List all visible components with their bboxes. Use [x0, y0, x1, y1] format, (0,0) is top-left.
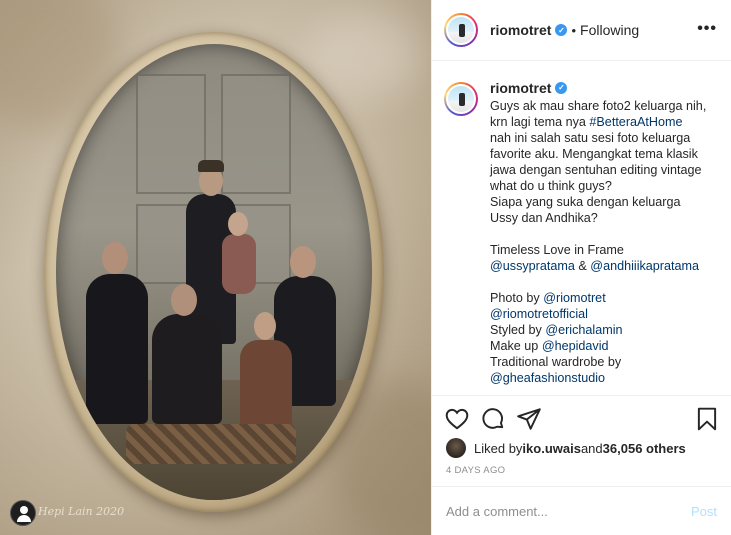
author-avatar[interactable] [444, 13, 478, 47]
caption-line: Make up @hepidavid [490, 339, 609, 353]
header-separator: • [571, 22, 577, 38]
post-timestamp[interactable]: 4 DAYS AGO [446, 465, 505, 476]
verified-badge-icon: ✓ [555, 24, 568, 36]
caption-text: riomotret ✓ Guys ak mau share foto2 kelu… [490, 80, 706, 386]
caption-line: krn lagi tema nya #BetteraAtHome [490, 115, 683, 129]
caption-line: Photo by @riomotret [490, 291, 606, 305]
caption-line: Styled by @erichalamin [490, 323, 623, 337]
mention-link[interactable]: @hepidavid [542, 339, 609, 353]
comment-input[interactable]: Add a comment... [446, 504, 691, 519]
oval-picture-frame [44, 32, 384, 512]
caption-line: Guys ak mau share foto2 keluarga nih, [490, 99, 707, 113]
hashtag-link[interactable]: #BetteraAtHome [589, 115, 682, 129]
caption-username[interactable]: riomotret [490, 80, 551, 96]
post-photo[interactable]: Hepi Lain 2020 [0, 0, 431, 535]
likes-summary: Liked by iko.uwais and 36,056 others [446, 438, 686, 458]
post-header: riomotret ✓ • Following ••• [432, 0, 731, 61]
tagged-user-icon[interactable] [10, 500, 36, 526]
verified-badge-icon: ✓ [555, 82, 568, 94]
mention-link[interactable]: @riomotretofficial [490, 307, 588, 321]
mention-link[interactable]: @ussypratama [490, 259, 575, 273]
caption-line: @gheafashionstudio [490, 370, 706, 386]
author-username[interactable]: riomotret [490, 22, 551, 38]
action-bar [432, 395, 731, 439]
post-side-panel: riomotret ✓ • Following ••• riomotret ✓ … [431, 0, 731, 535]
family-portrait [56, 44, 372, 500]
comment-icon[interactable] [480, 406, 506, 432]
caption-line: Timeless Love in Frame [490, 243, 624, 257]
mention-link[interactable]: @riomotret [543, 291, 605, 305]
caption-line: @riomotretofficial [490, 306, 706, 322]
liker-username[interactable]: iko.uwais [522, 441, 581, 456]
comment-box: Add a comment... Post [432, 486, 731, 535]
mention-link[interactable]: @andhiiikapratama [590, 259, 699, 273]
post-comment-button[interactable]: Post [691, 504, 717, 519]
bookmark-icon[interactable] [694, 406, 720, 432]
likes-count[interactable]: 36,056 others [603, 441, 686, 456]
mention-link[interactable]: @gheafashionstudio [490, 371, 605, 385]
share-icon[interactable] [516, 406, 542, 432]
liker-avatar[interactable] [446, 438, 466, 458]
caption-line: Traditional wardrobe by [490, 355, 622, 369]
heart-icon[interactable] [444, 406, 470, 432]
caption-area[interactable]: riomotret ✓ Guys ak mau share foto2 kelu… [432, 62, 731, 394]
caption-author-avatar[interactable] [444, 82, 478, 116]
photo-watermark: Hepi Lain 2020 [38, 505, 125, 518]
more-options-icon[interactable]: ••• [697, 20, 717, 38]
mention-link[interactable]: @erichalamin [545, 323, 622, 337]
caption-paragraph: nah ini salah satu sesi foto keluarga fa… [490, 131, 702, 225]
caption-line: @ussypratama & @andhiiikapratama [490, 259, 699, 273]
following-button[interactable]: Following [580, 22, 639, 38]
